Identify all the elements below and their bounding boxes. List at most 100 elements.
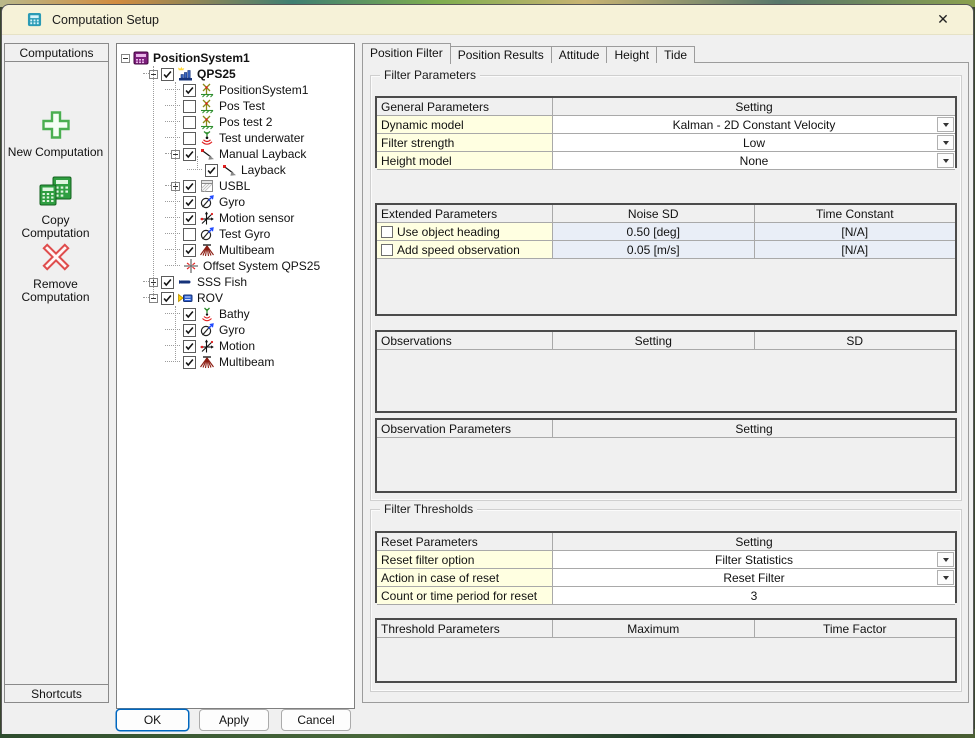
dropdown-arrow-icon[interactable] (937, 135, 954, 150)
tree-checkbox-multibeam[interactable] (183, 244, 196, 257)
multibeam-icon (199, 354, 215, 370)
cancel-button[interactable]: Cancel (281, 709, 351, 731)
tab-height[interactable]: Height (606, 46, 657, 63)
close-button[interactable]: ✕ (929, 9, 957, 30)
checkbox-add-speed-observation[interactable] (381, 244, 393, 256)
action-label: New Computation (6, 146, 105, 159)
value-use-object-heading: [N/A] (755, 223, 956, 240)
shortcuts-button[interactable]: Shortcuts (4, 684, 109, 703)
tree-checkbox-layback[interactable] (205, 164, 218, 177)
motion-icon (199, 210, 215, 226)
param-label-filter-strength: Filter strength (377, 134, 553, 151)
observation-parameters-table: Observation ParametersSetting (375, 418, 957, 493)
param-label-text: Use object heading (397, 224, 500, 240)
value-text: Reset Filter (723, 570, 784, 586)
computations-header-button[interactable]: Computations (4, 43, 109, 62)
tree-item-bathy[interactable]: Bathy (117, 306, 354, 322)
tree-connector (187, 169, 202, 171)
collapse-toggle[interactable] (121, 54, 130, 63)
table-header-time-constant: Time Constant (755, 205, 956, 222)
tree-checkbox-manual-layback[interactable] (183, 148, 196, 161)
param-label-add-speed-observation: Add speed observation (377, 241, 553, 258)
ok-button[interactable]: OK (116, 709, 189, 731)
tree-item-multibeam[interactable]: Multibeam (117, 354, 354, 370)
tree-checkbox-pos-test-2[interactable] (183, 116, 196, 129)
gyro-icon (199, 322, 215, 338)
count-or-time-period-for-reset-value[interactable]: 3 (553, 587, 955, 604)
layback-icon (199, 146, 215, 162)
filter-strength-dropdown[interactable]: Low (553, 134, 955, 151)
param-label-text: Add speed observation (397, 242, 520, 258)
tab-tide[interactable]: Tide (656, 46, 695, 63)
observations-table: ObservationsSettingSD (375, 330, 957, 413)
tree-connector (165, 329, 180, 331)
tree-connector (165, 233, 180, 235)
param-label-reset-filter-option: Reset filter option (377, 551, 553, 568)
tree-checkbox-pos-test[interactable] (183, 100, 196, 113)
table-header-setting: Setting (553, 420, 955, 437)
value-use-object-heading: 0.50 [deg] (553, 223, 755, 240)
action-new-computation[interactable]: New Computation (6, 110, 105, 159)
param-label-count-or-time-period-for-reset: Count or time period for reset (377, 587, 553, 604)
action-in-case-of-reset-dropdown[interactable]: Reset Filter (553, 569, 955, 586)
param-label-use-object-heading: Use object heading (377, 223, 553, 240)
tree-checkbox-test-gyro[interactable] (183, 228, 196, 241)
dropdown-arrow-icon[interactable] (937, 570, 954, 585)
dropdown-arrow-icon[interactable] (937, 153, 954, 168)
tab-position-filter[interactable]: Position Filter (362, 43, 451, 64)
tab-attitude[interactable]: Attitude (551, 46, 608, 63)
apply-button[interactable]: Apply (199, 709, 269, 731)
tree-checkbox-sss-fish[interactable] (161, 276, 174, 289)
tree-checkbox-qps25[interactable] (161, 68, 174, 81)
table-header-sd: SD (755, 332, 956, 349)
tree-connector (165, 105, 180, 107)
param-label-text: Filter strength (381, 135, 454, 151)
tree-checkbox-rov[interactable] (161, 292, 174, 305)
param-label-text: Count or time period for reset (381, 588, 537, 604)
tree-checkbox-usbl[interactable] (183, 180, 196, 193)
tree-checkbox-motion[interactable] (183, 340, 196, 353)
tree-connector (165, 249, 180, 251)
table-empty-area (377, 638, 955, 681)
tree-checkbox-positionsystem1[interactable] (183, 84, 196, 97)
tree-checkbox-gyro[interactable] (183, 324, 196, 337)
dropdown-arrow-icon[interactable] (937, 117, 954, 132)
height-model-dropdown[interactable]: None (553, 152, 955, 169)
motion-icon (199, 338, 215, 354)
tree-checkbox-motion-sensor[interactable] (183, 212, 196, 225)
value-text: Low (743, 135, 765, 151)
tree-item-motion[interactable]: Motion (117, 338, 354, 354)
table-header-setting: Setting (553, 332, 755, 349)
table-header-observations: Observations (377, 332, 553, 349)
copy-computation-icon (38, 176, 74, 210)
reset-filter-option-dropdown[interactable]: Filter Statistics (553, 551, 955, 568)
checkbox-use-object-heading[interactable] (381, 226, 393, 238)
tree-item-label: USBL (219, 179, 250, 193)
dynamic-model-dropdown[interactable]: Kalman - 2D Constant Velocity (553, 116, 955, 133)
computations-sidebar: Computations New Computation Copy Computa… (4, 43, 109, 703)
tree-connector-line (153, 66, 155, 298)
tree-connector (165, 217, 180, 219)
layback-icon (221, 162, 237, 178)
tree-item-gyro[interactable]: Gyro (117, 322, 354, 338)
tree-checkbox-gyro[interactable] (183, 196, 196, 209)
tab-position-results[interactable]: Position Results (450, 46, 552, 63)
tree-checkbox-multibeam[interactable] (183, 356, 196, 369)
tree-connector (165, 89, 180, 91)
underwater-position-icon (199, 130, 215, 146)
general-parameters-table: General ParametersSettingDynamic modelKa… (375, 96, 957, 168)
threshold-parameters-table: Threshold ParametersMaximumTime Factor (375, 618, 957, 683)
tree-checkbox-bathy[interactable] (183, 308, 196, 321)
dropdown-arrow-icon[interactable] (937, 552, 954, 567)
tree-checkbox-test-underwater[interactable] (183, 132, 196, 145)
action-remove-computation[interactable]: Remove Computation (6, 242, 105, 304)
group-label-filter-thresholds: Filter Thresholds (380, 502, 477, 516)
position-filter-tab-page: Filter Parameters General ParametersSett… (362, 62, 969, 703)
tree-item-label: Motion sensor (219, 211, 294, 225)
action-copy-computation[interactable]: Copy Computation (6, 176, 105, 240)
value-text: None (740, 153, 769, 169)
table-header-extended-parameters: Extended Parameters (377, 205, 553, 222)
table-empty-area (377, 259, 955, 314)
tree-item-label: Layback (241, 163, 286, 177)
tree-item-positionsystem1[interactable]: PositionSystem1 (117, 50, 354, 66)
